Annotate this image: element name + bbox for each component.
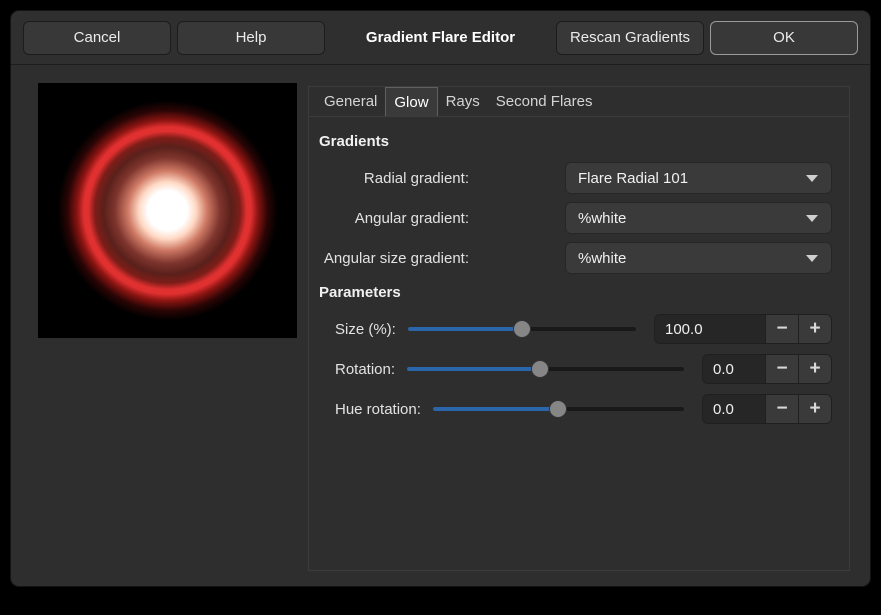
slider-fill	[407, 367, 540, 371]
gradients-section-title: Gradients	[319, 133, 832, 150]
angular-size-gradient-label: Angular size gradient:	[319, 250, 469, 267]
size-spinbox: 100.0 − +	[654, 314, 832, 344]
tab-second-flares[interactable]: Second Flares	[488, 87, 601, 116]
hue-rotation-slider[interactable]	[433, 400, 684, 418]
angular-size-gradient-row: Angular size gradient: %white	[319, 238, 832, 278]
settings-notebook: General Glow Rays Second Flares Gradient…	[308, 86, 850, 571]
rotation-label: Rotation:	[335, 361, 395, 378]
angular-gradient-row: Angular gradient: %white	[319, 198, 832, 238]
radial-gradient-row: Radial gradient: Flare Radial 101	[319, 158, 832, 198]
hue-rotation-label: Hue rotation:	[335, 401, 421, 418]
dropdown-arrow-icon	[806, 255, 818, 262]
parameters-section-title: Parameters	[319, 284, 832, 301]
tab-general[interactable]: General	[316, 87, 385, 116]
size-label: Size (%):	[335, 321, 396, 338]
main-content: General Glow Rays Second Flares Gradient…	[11, 65, 870, 571]
rescan-gradients-button[interactable]: Rescan Gradients	[556, 21, 704, 55]
flare-preview-image	[38, 83, 297, 338]
window-title: Gradient Flare Editor	[366, 29, 515, 46]
dropdown-arrow-icon	[806, 175, 818, 182]
plus-button[interactable]: +	[798, 315, 831, 343]
angular-size-gradient-value: %white	[578, 250, 626, 267]
tab-bar: General Glow Rays Second Flares	[309, 87, 849, 117]
rotation-slider[interactable]	[407, 360, 684, 378]
glow-tab-content: Gradients Radial gradient: Flare Radial …	[309, 117, 849, 429]
radial-gradient-label: Radial gradient:	[319, 170, 469, 187]
plus-button[interactable]: +	[798, 355, 831, 383]
slider-fill	[433, 407, 559, 411]
size-row: Size (%): 100.0 − +	[319, 309, 832, 349]
angular-size-gradient-dropdown[interactable]: %white	[565, 242, 832, 274]
header-bar: Cancel Help Gradient Flare Editor Rescan…	[11, 11, 870, 65]
size-value-field[interactable]: 100.0	[655, 315, 765, 343]
size-slider[interactable]	[408, 320, 636, 338]
minus-button[interactable]: −	[765, 395, 798, 423]
minus-button[interactable]: −	[765, 355, 798, 383]
slider-handle[interactable]	[513, 320, 531, 338]
flare-preview	[38, 83, 297, 338]
rotation-spinbox: 0.0 − +	[702, 354, 832, 384]
hue-rotation-row: Hue rotation: 0.0 − +	[319, 389, 832, 429]
header-left-buttons: Cancel Help	[23, 21, 325, 55]
angular-gradient-value: %white	[578, 210, 626, 227]
cancel-button[interactable]: Cancel	[23, 21, 171, 55]
slider-handle[interactable]	[531, 360, 549, 378]
rotation-value-field[interactable]: 0.0	[703, 355, 765, 383]
hue-rotation-value-field[interactable]: 0.0	[703, 395, 765, 423]
minus-button[interactable]: −	[765, 315, 798, 343]
radial-gradient-value: Flare Radial 101	[578, 170, 688, 187]
rotation-row: Rotation: 0.0 − +	[319, 349, 832, 389]
help-button[interactable]: Help	[177, 21, 325, 55]
tab-rays[interactable]: Rays	[438, 87, 488, 116]
plus-button[interactable]: +	[798, 395, 831, 423]
radial-gradient-dropdown[interactable]: Flare Radial 101	[565, 162, 832, 194]
angular-gradient-label: Angular gradient:	[319, 210, 469, 227]
angular-gradient-dropdown[interactable]: %white	[565, 202, 832, 234]
gradient-flare-editor-dialog: Cancel Help Gradient Flare Editor Rescan…	[10, 10, 871, 587]
slider-handle[interactable]	[549, 400, 567, 418]
tab-glow[interactable]: Glow	[385, 87, 437, 116]
ok-button[interactable]: OK	[710, 21, 858, 55]
header-right-buttons: Rescan Gradients OK	[556, 21, 858, 55]
dropdown-arrow-icon	[806, 215, 818, 222]
hue-rotation-spinbox: 0.0 − +	[702, 394, 832, 424]
slider-fill	[408, 327, 522, 331]
